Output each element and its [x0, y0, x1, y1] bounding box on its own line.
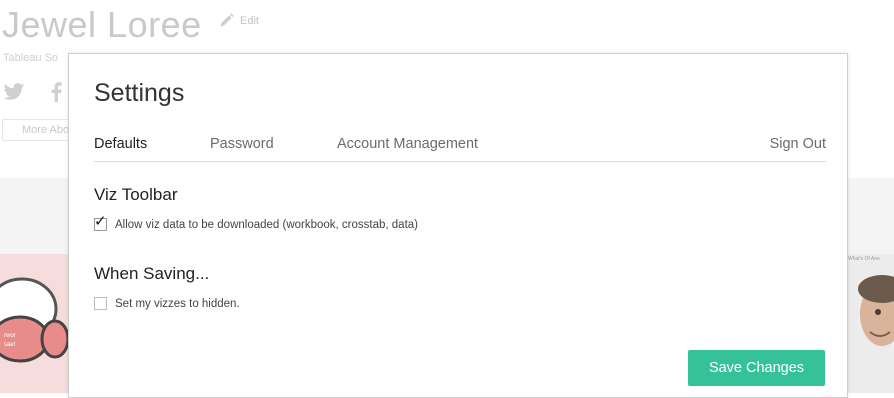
profile-subtitle: Tableau So: [3, 52, 59, 64]
hidden-vizzes-option[interactable]: Set my vizzes to hidden.: [94, 297, 240, 310]
viz-thumbnail-right-title: What's Of Ano: [848, 256, 880, 262]
viz-thumbnail-right[interactable]: [848, 254, 894, 393]
twitter-icon[interactable]: [3, 82, 25, 102]
allow-download-label: Allow viz data to be downloaded (workboo…: [115, 218, 418, 231]
allow-download-option[interactable]: ✓ Allow viz data to be downloaded (workb…: [94, 214, 418, 231]
svg-text:sae!: sae!: [4, 342, 16, 348]
hidden-vizzes-label: Set my vizzes to hidden.: [115, 297, 240, 310]
bow-illustration: rwor sae!: [0, 277, 68, 363]
when-saving-heading: When Saving...: [94, 264, 210, 283]
allow-download-checkbox[interactable]: ✓: [94, 214, 107, 231]
settings-modal: Settings Defaults Password Account Manag…: [68, 53, 848, 398]
viz-toolbar-heading: Viz Toolbar: [94, 185, 178, 204]
pencil-icon: [220, 13, 234, 27]
hidden-vizzes-checkbox[interactable]: [94, 297, 107, 310]
portrait-illustration: [848, 254, 894, 393]
profile-name: Jewel Loree: [2, 4, 202, 45]
edit-label: Edit: [240, 14, 259, 27]
modal-title: Settings: [94, 79, 185, 107]
facebook-icon[interactable]: [50, 82, 62, 102]
settings-tabs: Defaults Password Account Management Sig…: [94, 134, 826, 162]
tab-account-management[interactable]: Account Management: [337, 136, 478, 152]
save-changes-button[interactable]: Save Changes: [688, 350, 825, 386]
edit-profile-link[interactable]: Edit: [218, 12, 259, 29]
tab-defaults[interactable]: Defaults: [94, 136, 147, 152]
svg-text:rwor: rwor: [4, 333, 16, 339]
tab-password[interactable]: Password: [210, 136, 274, 152]
checkmark-icon: ✓: [94, 213, 107, 230]
viz-thumbnail-left[interactable]: rwor sae!: [0, 254, 68, 393]
tab-sign-out[interactable]: Sign Out: [770, 136, 826, 152]
